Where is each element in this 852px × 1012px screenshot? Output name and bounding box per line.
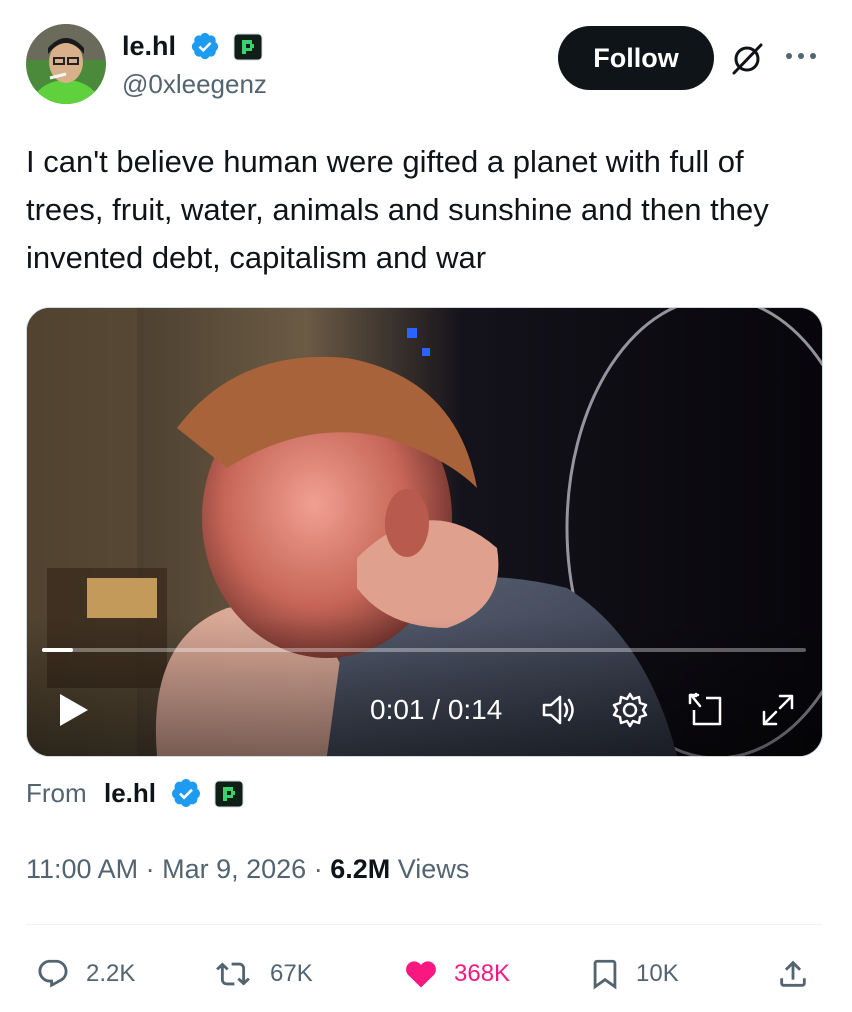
repost-icon[interactable] <box>216 957 250 991</box>
pip-icon[interactable] <box>686 690 726 730</box>
repost-count[interactable]: 67K <box>270 957 313 991</box>
more-icon[interactable] <box>780 38 822 70</box>
play-icon[interactable] <box>56 692 90 728</box>
reply-count[interactable]: 2.2K <box>86 957 135 991</box>
affiliate-badge-icon[interactable] <box>233 33 263 61</box>
like-icon[interactable] <box>404 957 438 991</box>
views-count: 6.2M <box>330 854 391 884</box>
share-icon[interactable] <box>776 957 810 991</box>
tweet-date[interactable]: Mar 9, 2026 <box>162 854 306 884</box>
views-label: Views <box>397 854 470 884</box>
verified-badge-icon <box>171 779 200 807</box>
like-count[interactable]: 368K <box>454 957 510 991</box>
video-time: 0:01 / 0:14 <box>370 694 503 725</box>
meta-separator: · <box>145 854 155 884</box>
bookmark-icon[interactable] <box>588 957 622 991</box>
author-handle[interactable]: @0xleegenz <box>122 68 267 100</box>
reply-icon[interactable] <box>36 957 70 991</box>
video-progress-bar[interactable] <box>42 648 806 652</box>
author-name[interactable]: le.hl <box>122 30 176 62</box>
follow-button[interactable]: Follow <box>558 26 714 90</box>
fullscreen-icon[interactable] <box>758 690 798 730</box>
source-name[interactable]: le.hl <box>104 776 156 810</box>
bookmark-count[interactable]: 10K <box>636 957 679 991</box>
meta-separator: · <box>313 854 323 884</box>
tweet-meta: 11:00 AM · Mar 9, 2026 · 6.2M Views <box>26 851 469 887</box>
verified-badge-icon <box>191 32 219 60</box>
volume-icon[interactable] <box>540 690 580 730</box>
affiliate-badge-icon[interactable] <box>214 780 244 808</box>
tweet-time[interactable]: 11:00 AM <box>26 854 138 884</box>
source-prefix: From <box>26 778 87 808</box>
avatar[interactable] <box>26 24 106 104</box>
settings-icon[interactable] <box>610 690 650 730</box>
tweet-text: I can't believe human were gifted a plan… <box>26 144 769 275</box>
divider <box>26 924 822 925</box>
video-progress-fill <box>42 648 73 652</box>
grok-icon[interactable] <box>728 40 766 78</box>
